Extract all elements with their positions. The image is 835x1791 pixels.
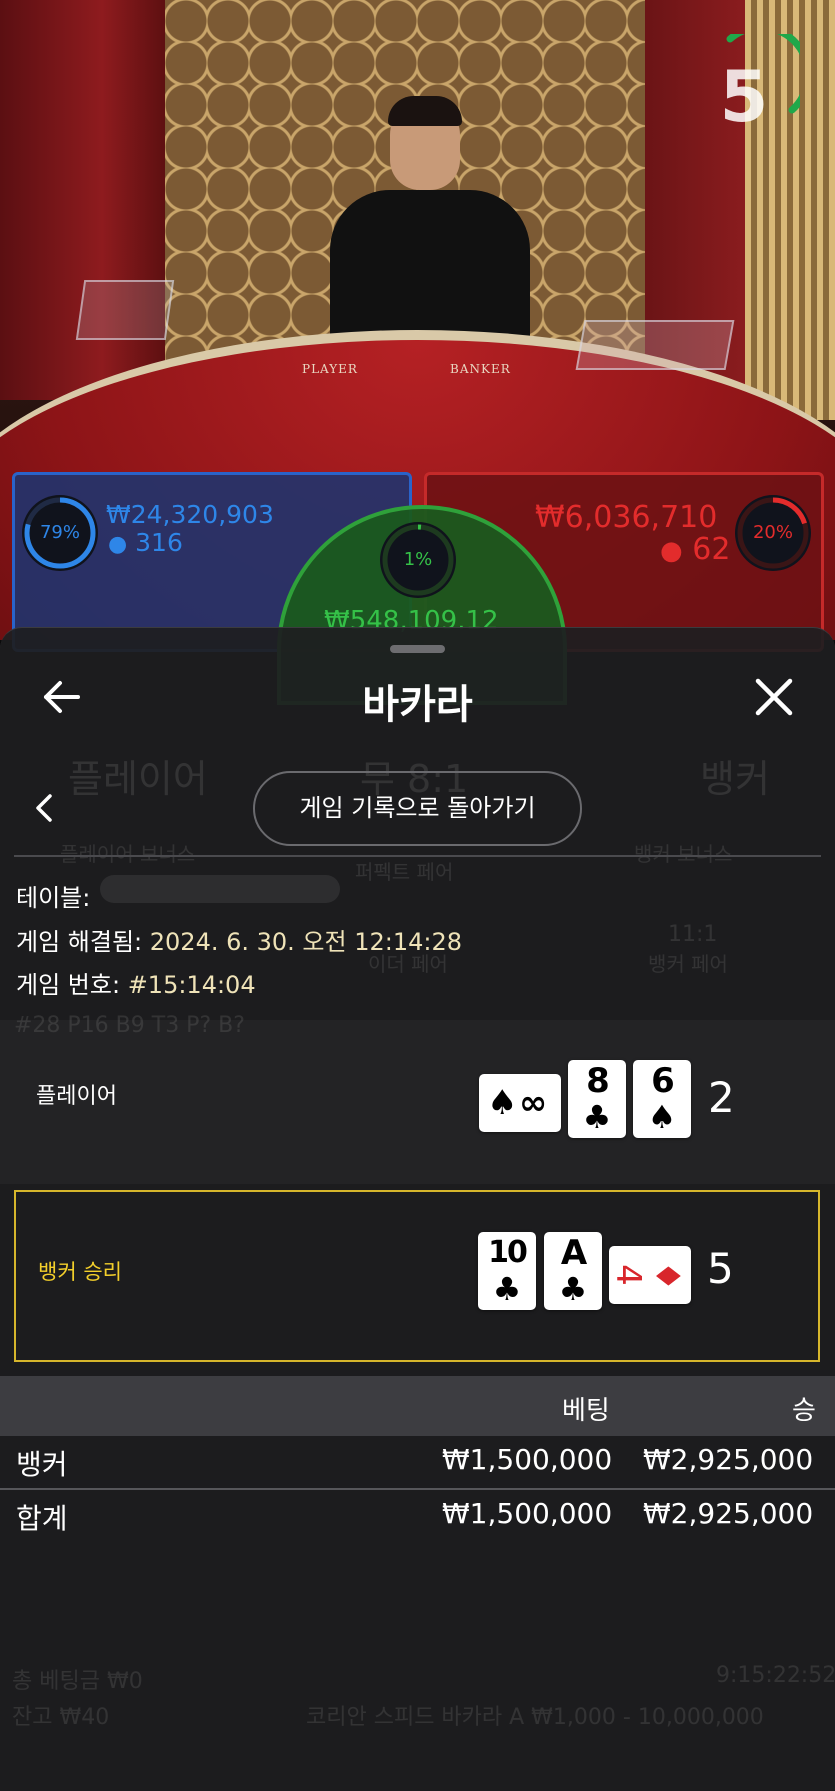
ghost-balance: 잔고 ₩40 [12, 1705, 110, 1730]
ghost-table-limits: 코리안 스피드 바카라 A ₩1,000 - 10,000,000 [306, 1705, 764, 1730]
curtain-left [0, 0, 170, 400]
player-card-1: 8 ♣ [568, 1060, 626, 1138]
ghost-perfect-pair: 퍼펙트 페어 [355, 860, 454, 884]
table-info-label: 테이블: [16, 884, 91, 912]
person-icon: ● [660, 536, 683, 566]
resolved-info: 게임 해결됨: 2024. 6. 30. 오전 12:14:28 [16, 922, 462, 957]
banker-card-1-suit: ♣ [492, 1270, 522, 1308]
player-row-label: 플레이어 [36, 1084, 117, 1109]
banker-score: 5 [707, 1244, 734, 1293]
game-number-value: #15:14:04 [127, 971, 256, 999]
close-icon[interactable] [752, 675, 796, 719]
bet-table-divider [0, 1488, 835, 1490]
win-column-header: 승 [792, 1396, 816, 1426]
player-bettor-count: ● 316 [108, 528, 183, 557]
resolved-value: 2024. 6. 30. 오전 12:14:28 [149, 928, 463, 956]
back-to-history-button[interactable]: 게임 기록으로 돌아가기 [253, 771, 582, 846]
ghost-banker-pair: 뱅커 페어 [648, 952, 728, 976]
tie-percent-ring: 1% [380, 522, 456, 598]
sheet-drag-handle[interactable] [390, 645, 445, 653]
banker-bettor-count-value: 62 [692, 532, 731, 567]
bet-table-header [0, 1376, 835, 1436]
ghost-total-bet: 총 베팅금 ₩0 [12, 1669, 143, 1694]
banker-card-2-rank: A [560, 1233, 587, 1273]
player-percent: 79% [39, 522, 80, 543]
banker-card-1: 10 ♣ [478, 1232, 536, 1310]
player-total-amount: ₩24,320,903 [106, 500, 274, 529]
player-score: 2 [708, 1073, 735, 1122]
player-card-1-rank: 8 [586, 1061, 610, 1101]
bet-row-amount: ₩1,500,000 [442, 1443, 613, 1476]
ghost-banker-pair-odds: 11:1 [668, 922, 718, 947]
banker-percent: 20% [752, 522, 793, 543]
player-side-card-suit: ♠ [487, 1083, 518, 1123]
tie-percent: 1% [403, 549, 433, 570]
player-card-1-suit: ♣ [582, 1098, 612, 1136]
ghost-player-bonus: 플레이어 보너스 [60, 842, 196, 866]
banker-card-2-suit: ♣ [558, 1270, 588, 1308]
banker-side-card: 4 ♦ [607, 1246, 691, 1304]
ghost-time: 9:15:22:52 [716, 1663, 835, 1688]
bet-row-name: 뱅커 [16, 1448, 68, 1481]
game-number-info: 게임 번호: #15:14:04 [16, 965, 256, 1000]
banker-win-label: 뱅커 승리 [38, 1260, 122, 1284]
ghost-banker-tab: 뱅커 [700, 757, 770, 801]
banker-bettor-count: ● 62 [660, 532, 730, 567]
bet-row-win: ₩2,925,000 [643, 1443, 814, 1476]
player-card-2: 6 ♠ [633, 1060, 691, 1138]
total-row-bet: ₩1,500,000 [442, 1497, 613, 1530]
dealer-hair [388, 96, 462, 126]
banker-result-row [14, 1190, 820, 1362]
ghost-banker-bonus: 뱅커 보너스 [634, 842, 733, 866]
banker-card-2: A ♣ [544, 1232, 602, 1310]
player-bettor-count-value: 316 [135, 528, 183, 557]
table-label-banker: BANKER [450, 362, 511, 376]
table-info: 테이블: [16, 878, 90, 913]
player-card-2-rank: 6 [651, 1061, 675, 1101]
bet-column-header: 베팅 [562, 1396, 610, 1426]
banker-percent-ring: 20% [735, 495, 811, 571]
banker-total-amount: ₩6,036,710 [535, 500, 718, 535]
person-icon: ● [108, 532, 128, 557]
total-row-name: 합계 [16, 1502, 68, 1535]
sheet-title: 바카라 [362, 682, 473, 728]
player-percent-ring: 79% [22, 495, 98, 571]
banker-side-card-rank: ♦ [647, 1260, 688, 1290]
table-name-redacted [100, 875, 340, 903]
countdown-number: 5 [719, 56, 769, 138]
player-side-card: ♠ ∞ [479, 1074, 561, 1132]
card-shoe-left [75, 280, 175, 340]
player-card-2-suit: ♠ [647, 1098, 677, 1136]
game-number-label: 게임 번호: [16, 971, 121, 999]
ghost-player-tab: 플레이어 [68, 757, 208, 801]
player-side-card-rank: ∞ [519, 1083, 547, 1123]
banker-side-card-suit: 4 [607, 1264, 648, 1286]
header-divider [14, 855, 821, 857]
chevron-left-icon[interactable] [30, 790, 60, 826]
banker-card-1-rank: 10 [488, 1235, 528, 1270]
table-label-player: PLAYER [302, 362, 358, 376]
card-shoe-right [575, 320, 735, 370]
resolved-label: 게임 해결됨: [16, 928, 143, 956]
total-row-win: ₩2,925,000 [643, 1497, 814, 1530]
